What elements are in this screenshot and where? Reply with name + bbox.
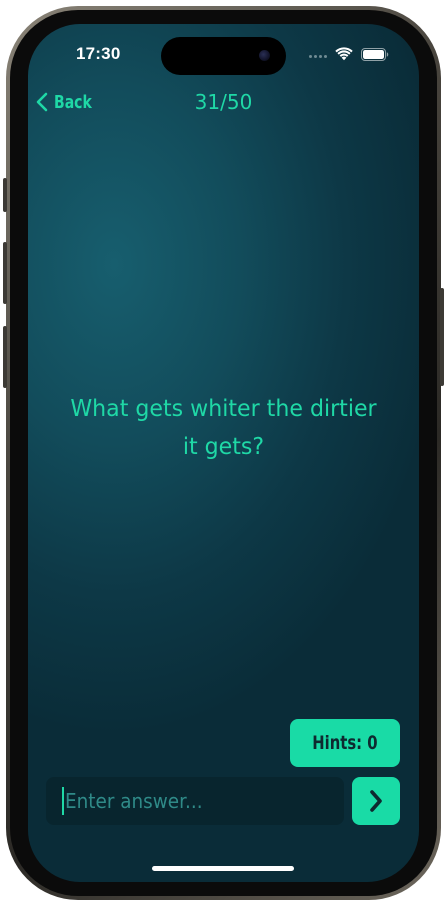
answer-placeholder: Enter answer... <box>65 789 203 813</box>
submit-answer-button[interactable] <box>352 777 400 825</box>
app-screen: 17:30 Back 31/50 What gets whiter the di… <box>28 24 419 882</box>
cellular-signal-icon <box>309 55 327 59</box>
status-bar: 17:30 <box>28 24 419 84</box>
question-progress: 31/50 <box>194 90 253 114</box>
wifi-icon <box>335 47 353 61</box>
nav-bar: Back 31/50 <box>28 86 419 118</box>
camera-icon <box>259 50 270 61</box>
chevron-right-icon <box>370 790 382 812</box>
hints-label: Hints: 0 <box>312 732 378 754</box>
riddle-question: What gets whiter the dirtier it gets? <box>70 396 377 460</box>
hints-button[interactable]: Hints: 0 <box>290 719 400 767</box>
power-button <box>440 288 444 386</box>
dynamic-island <box>161 37 286 75</box>
action-button <box>3 178 7 212</box>
text-cursor <box>62 787 64 815</box>
home-indicator[interactable] <box>152 866 294 871</box>
answer-input[interactable]: Enter answer... <box>46 777 344 825</box>
volume-down-button <box>3 326 7 388</box>
status-time: 17:30 <box>76 44 121 63</box>
volume-up-button <box>3 242 7 304</box>
battery-icon <box>361 48 389 61</box>
